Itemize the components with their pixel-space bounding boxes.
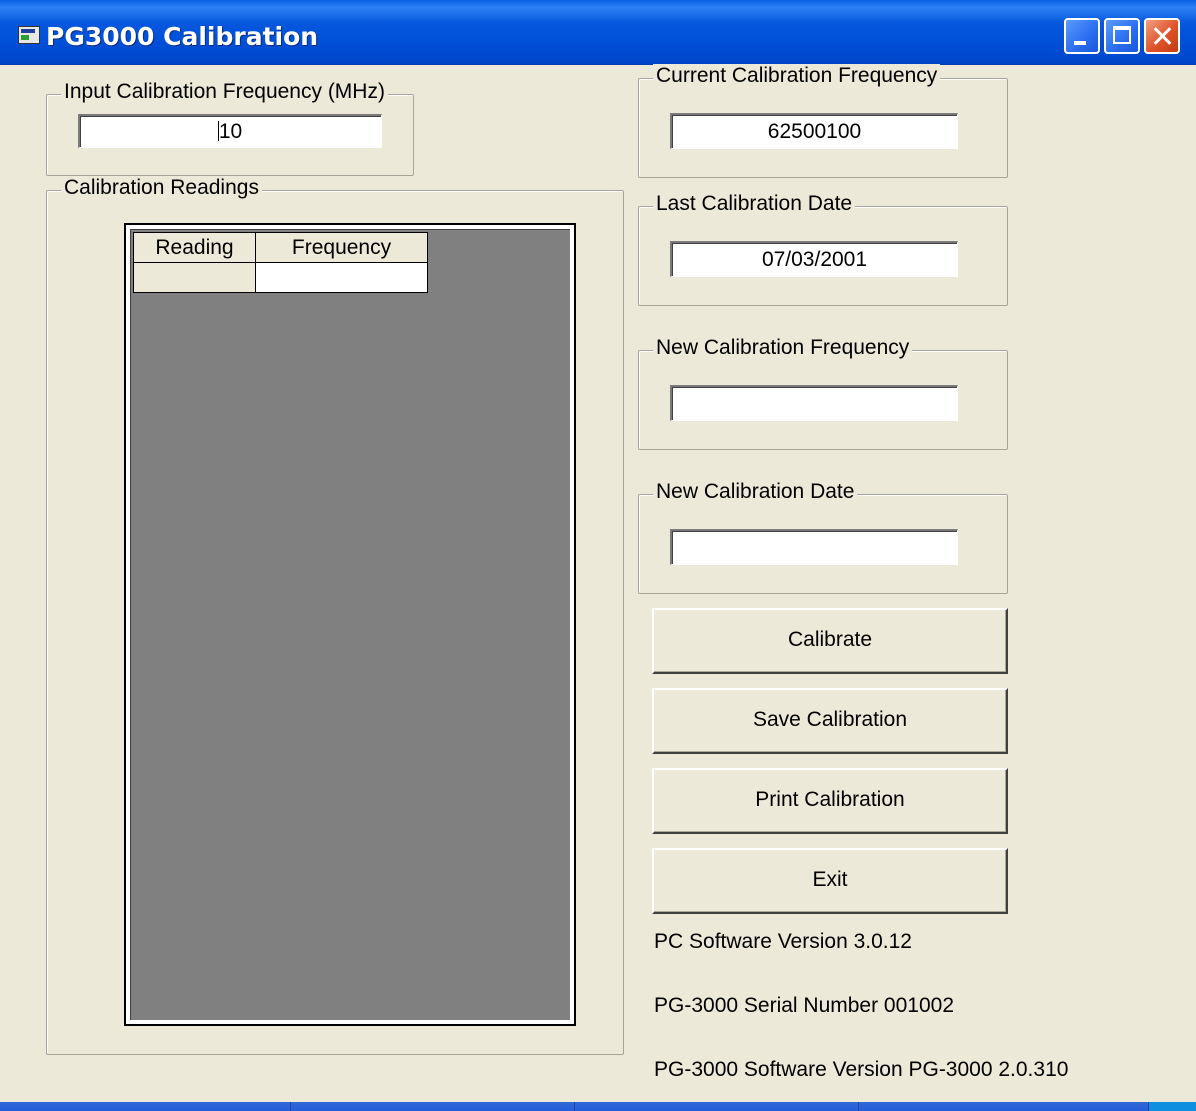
input-frequency-legend: Input Calibration Frequency (MHz)	[61, 80, 388, 104]
column-header-reading[interactable]: Reading	[133, 232, 256, 263]
calibrate-button[interactable]: Calibrate	[652, 608, 1008, 674]
last-date-field[interactable]	[670, 241, 958, 277]
exit-button[interactable]: Exit	[652, 848, 1008, 914]
readings-header-row: Reading Frequency	[133, 232, 428, 263]
reading-cell[interactable]	[133, 262, 256, 293]
table-row	[133, 262, 428, 293]
close-button[interactable]	[1144, 18, 1180, 54]
taskbar-divider	[858, 1102, 859, 1111]
readings-grid[interactable]: Reading Frequency	[124, 223, 576, 1026]
readings-table: Reading Frequency	[133, 232, 428, 293]
input-frequency-field[interactable]	[78, 114, 382, 148]
current-frequency-field[interactable]	[670, 113, 958, 149]
taskbar-strip[interactable]	[0, 1102, 1196, 1111]
maximize-icon	[1113, 26, 1131, 44]
window-title: PG3000 Calibration	[46, 22, 319, 51]
new-date-legend: New Calibration Date	[653, 480, 858, 504]
app-window-icon[interactable]	[18, 26, 40, 44]
save-calibration-button[interactable]: Save Calibration	[652, 688, 1008, 754]
print-calibration-button[interactable]: Print Calibration	[652, 768, 1008, 834]
title-bar[interactable]: PG3000 Calibration	[0, 0, 1196, 65]
serial-number: PG-3000 Serial Number 001002	[654, 994, 955, 1017]
frequency-cell[interactable]	[255, 262, 428, 293]
taskbar-divider	[574, 1102, 575, 1111]
taskbar-tray	[1148, 1102, 1196, 1111]
minimize-button[interactable]	[1064, 18, 1100, 54]
maximize-button[interactable]	[1104, 18, 1140, 54]
taskbar-divider	[290, 1102, 291, 1111]
minimize-icon	[1074, 41, 1086, 45]
last-date-legend: Last Calibration Date	[653, 192, 856, 216]
column-header-frequency[interactable]: Frequency	[255, 232, 428, 263]
device-software-version: PG-3000 Software Version PG-3000 2.0.310	[654, 1058, 1069, 1081]
readings-grid-area: Reading Frequency	[130, 229, 570, 1020]
new-frequency-legend: New Calibration Frequency	[653, 336, 913, 360]
pc-software-version: PC Software Version 3.0.12	[654, 930, 912, 953]
new-frequency-field[interactable]	[670, 385, 958, 421]
close-icon	[1146, 20, 1178, 52]
calibration-window: PG3000 Calibration Input Calibration Fre…	[0, 0, 1196, 1111]
new-date-field[interactable]	[670, 529, 958, 565]
current-frequency-legend: Current Calibration Frequency	[653, 64, 941, 88]
text-caret	[218, 121, 219, 141]
calibration-readings-legend: Calibration Readings	[61, 176, 262, 200]
